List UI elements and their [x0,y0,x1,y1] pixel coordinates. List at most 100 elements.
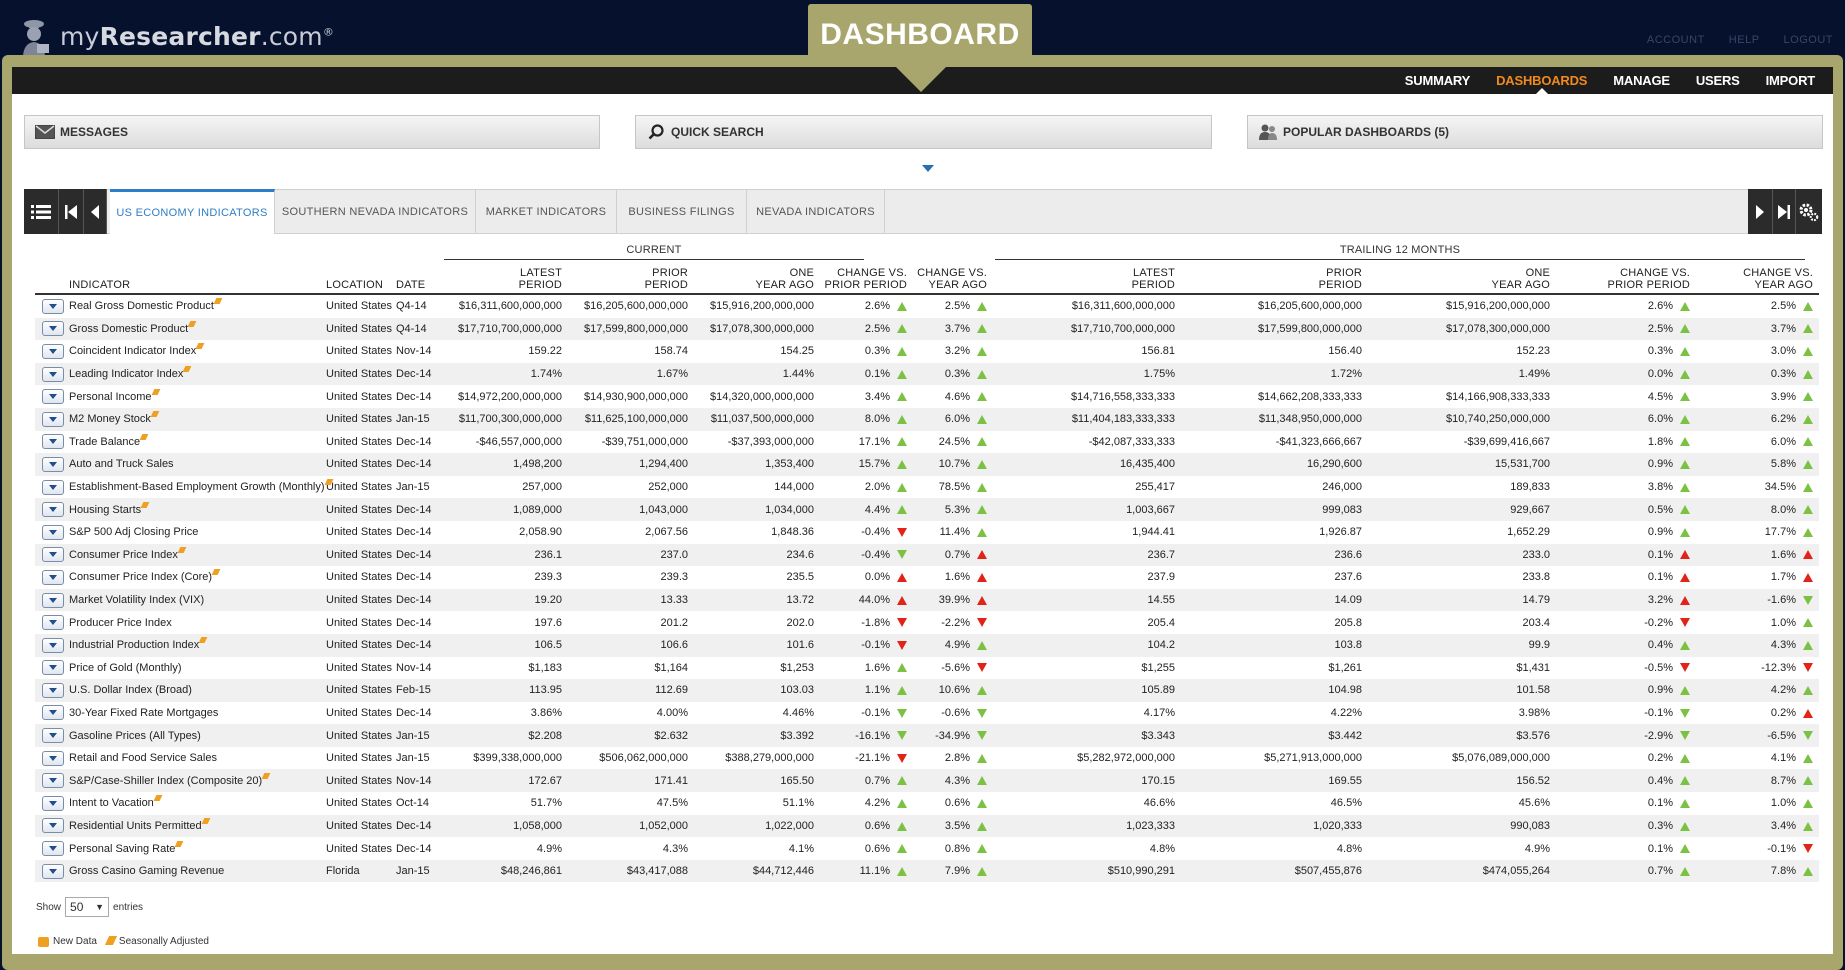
first-tab-button[interactable] [59,189,84,234]
row-dropdown-button[interactable] [42,615,64,631]
row-expand-cell[interactable] [35,407,65,431]
indicator-cell[interactable]: Consumer Price Index (Core) [65,566,322,589]
row-dropdown-button[interactable] [42,502,64,518]
row-expand-cell[interactable] [35,362,65,386]
row-expand-cell[interactable] [35,317,65,341]
tab-nevada-indicators[interactable]: NEVADA INDICATORS [747,190,885,233]
table-row[interactable]: M2 Money Stock United States Jan-15 $11,700… [35,407,1819,431]
row-expand-cell[interactable] [35,294,65,318]
table-row[interactable]: Establishment-Based Employment Growth (M… [35,475,1819,499]
row-expand-cell[interactable] [35,701,65,725]
indicator-cell[interactable]: 30-Year Fixed Rate Mortgages [65,701,322,725]
indicator-column-header[interactable]: INDICATOR [65,264,322,295]
row-dropdown-button[interactable] [42,411,64,427]
current-year-ago-column-header[interactable]: ONE YEAR AGO [694,264,820,295]
help-link[interactable]: HELP [1729,34,1760,46]
tab-market-indicators[interactable]: MARKET INDICATORS [476,190,617,233]
row-expand-cell[interactable] [35,588,65,612]
table-row[interactable]: Leading Indicator Index United States Dec-… [35,362,1819,386]
indicator-cell[interactable]: Gasoline Prices (All Types) [65,724,322,747]
row-dropdown-button[interactable] [42,569,64,585]
nav-import[interactable]: IMPORT [1766,67,1816,94]
indicator-cell[interactable]: U.S. Dollar Index (Broad) [65,679,322,702]
row-dropdown-button[interactable] [42,479,64,495]
location-column-header[interactable]: LOCATION [322,264,392,295]
trailing-year-ago-column-header[interactable]: ONE YEAR AGO [1368,264,1556,295]
date-column-header[interactable]: DATE [392,264,444,295]
table-row[interactable]: 30-Year Fixed Rate Mortgages United State… [35,701,1819,725]
row-dropdown-button[interactable] [42,389,64,405]
tab-southern-nevada-indicators[interactable]: SOUTHERN NEVADA INDICATORS [275,190,476,233]
table-row[interactable]: Residential Units Permitted United States… [35,814,1819,838]
table-row[interactable]: Intent to Vacation United States Oct-14 51.… [35,792,1819,815]
row-dropdown-button[interactable] [42,705,64,721]
row-expand-cell[interactable] [35,430,65,454]
nav-dashboards[interactable]: DASHBOARDS [1496,67,1587,94]
row-dropdown-button[interactable] [42,841,64,857]
popular-dashboards-panel[interactable]: POPULAR DASHBOARDS (5) [1247,115,1823,149]
row-dropdown-button[interactable] [42,818,64,834]
row-dropdown-button[interactable] [42,728,64,744]
row-expand-cell[interactable] [35,453,65,476]
indicator-cell[interactable]: Auto and Truck Sales [65,453,322,476]
last-tab-button[interactable] [1773,189,1796,234]
table-row[interactable]: Trade Balance United States Dec-14 -$46,557… [35,430,1819,454]
next-tab-button[interactable] [1748,189,1773,234]
table-row[interactable]: Real Gross Domestic Product United States… [35,294,1819,318]
messages-panel[interactable]: MESSAGES [24,115,600,149]
trailing-change-prior-column-header[interactable]: CHANGE VS. PRIOR PERIOD [1556,264,1696,295]
indicator-cell[interactable]: Personal Income [65,385,322,408]
indicator-cell[interactable]: Personal Saving Rate [65,837,322,860]
indicator-cell[interactable]: Consumer Price Index [65,543,322,567]
nav-summary[interactable]: SUMMARY [1405,67,1470,94]
row-dropdown-button[interactable] [42,637,64,653]
row-expand-cell[interactable] [35,566,65,589]
row-expand-cell[interactable] [35,792,65,815]
table-row[interactable]: U.S. Dollar Index (Broad) United States Fe… [35,679,1819,702]
indicator-cell[interactable]: Real Gross Domestic Product [65,294,322,318]
row-expand-cell[interactable] [35,611,65,634]
row-dropdown-button[interactable] [42,795,64,811]
table-row[interactable]: Producer Price Index United States Dec-14 1… [35,611,1819,634]
row-expand-cell[interactable] [35,837,65,860]
table-row[interactable]: Gross Casino Gaming Revenue Florida Jan-15… [35,859,1819,883]
row-expand-cell[interactable] [35,543,65,567]
table-row[interactable]: S&P 500 Adj Closing Price United States De… [35,520,1819,544]
row-expand-cell[interactable] [35,520,65,544]
trailing-latest-column-header[interactable]: LATEST PERIOD [993,264,1181,295]
row-expand-cell[interactable] [35,746,65,770]
row-dropdown-button[interactable] [42,366,64,382]
row-dropdown-button[interactable] [42,343,64,359]
indicator-cell[interactable]: Retail and Food Service Sales [65,746,322,770]
indicator-cell[interactable]: M2 Money Stock [65,407,322,431]
row-dropdown-button[interactable] [42,592,64,608]
table-row[interactable]: Gasoline Prices (All Types) United States… [35,724,1819,747]
row-expand-cell[interactable] [35,498,65,521]
trailing-change-year-column-header[interactable]: CHANGE VS. YEAR AGO [1696,264,1819,295]
row-dropdown-button[interactable] [42,524,64,540]
tab-business-filings[interactable]: BUSINESS FILINGS [617,190,747,233]
row-dropdown-button[interactable] [42,434,64,450]
indicator-cell[interactable]: Industrial Production Index [65,633,322,657]
row-dropdown-button[interactable] [42,863,64,879]
page-size-select[interactable]: 50 ▼ [65,897,110,917]
table-row[interactable]: Personal Income United States Dec-14 $14,97… [35,385,1819,408]
row-expand-cell[interactable] [35,475,65,499]
row-expand-cell[interactable] [35,859,65,883]
table-row[interactable]: S&P/Case-Shiller Index (Composite 20) Uni… [35,769,1819,793]
table-row[interactable]: Housing Starts United States Dec-14 1,089,0… [35,498,1819,521]
row-dropdown-button[interactable] [42,682,64,698]
row-expand-cell[interactable] [35,340,65,363]
row-expand-cell[interactable] [35,656,65,680]
indicator-cell[interactable]: Coincident Indicator Index [65,340,322,363]
table-row[interactable]: Personal Saving Rate United States Dec-14 4… [35,837,1819,860]
row-dropdown-button[interactable] [42,456,64,472]
nav-manage[interactable]: MANAGE [1613,67,1670,94]
quick-search-panel[interactable]: QUICK SEARCH [635,115,1212,149]
indicator-cell[interactable]: Establishment-Based Employment Growth (M… [65,475,333,499]
table-row[interactable]: Retail and Food Service Sales United Stat… [35,746,1819,770]
row-dropdown-button[interactable] [42,773,64,789]
indicator-cell[interactable]: Residential Units Permitted [65,814,322,838]
logout-link[interactable]: LOGOUT [1784,34,1833,46]
current-latest-column-header[interactable]: LATEST PERIOD [444,264,568,295]
